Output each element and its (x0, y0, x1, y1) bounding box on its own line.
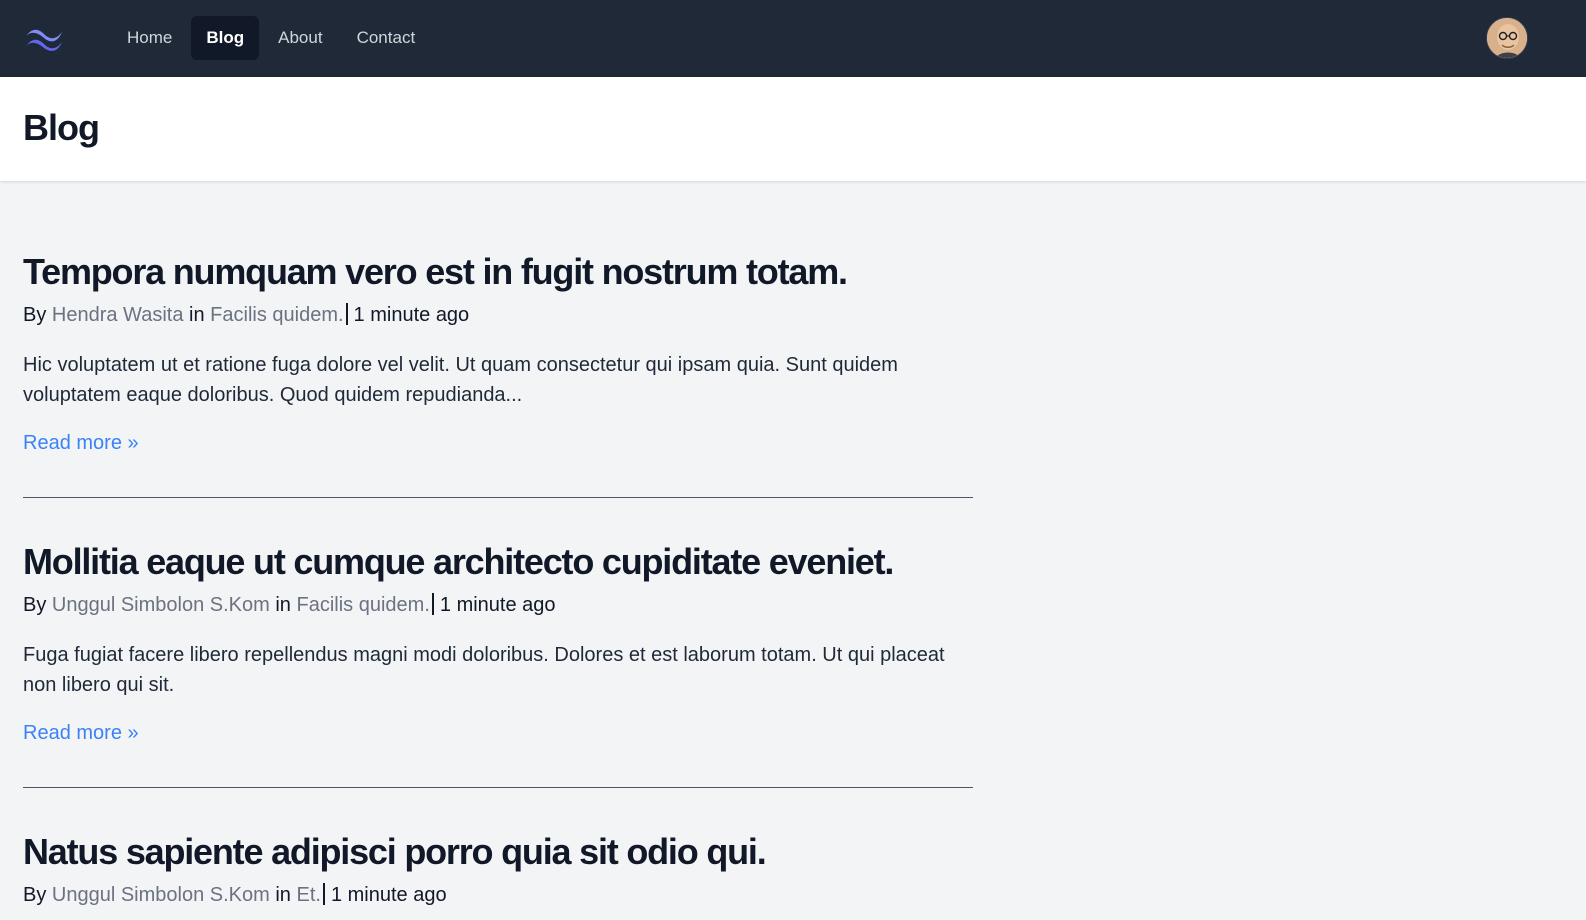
in-label: in (275, 594, 291, 616)
meta-divider (345, 303, 348, 325)
post-item: Mollitia eaque ut cumque architecto cupi… (23, 538, 973, 788)
author-link[interactable]: Unggul Simbolon S.Kom (52, 594, 270, 616)
post-title[interactable]: Tempora numquam vero est in fugit nostru… (23, 248, 973, 296)
page-title: Blog (23, 107, 100, 148)
nav-links: Home Blog About Contact (112, 16, 434, 60)
top-navbar: Home Blog About Contact (0, 0, 1586, 77)
post-time: 1 minute ago (353, 304, 470, 326)
author-link[interactable]: Unggul Simbolon S.Kom (52, 884, 270, 906)
author-link[interactable]: Hendra Wasita (52, 304, 184, 326)
page-header: Blog (0, 77, 1586, 181)
read-more-link[interactable]: Read more » (23, 720, 139, 746)
post-item: Tempora numquam vero est in fugit nostru… (23, 248, 973, 498)
post-excerpt: Fuga fugiat facere libero repellendus ma… (23, 644, 945, 696)
nav-blog-link[interactable]: Blog (191, 16, 260, 60)
post-meta: By Unggul Simbolon S.Kom in Facilis quid… (23, 592, 973, 618)
post-divider (23, 787, 973, 788)
post-divider (23, 497, 973, 498)
post-title[interactable]: Natus sapiente adipisci porro quia sit o… (23, 828, 973, 876)
post-time: 1 minute ago (330, 884, 447, 906)
read-more-link[interactable]: Read more » (23, 430, 139, 456)
user-avatar[interactable] (1486, 17, 1528, 59)
post-list: Tempora numquam vero est in fugit nostru… (23, 248, 973, 908)
post-meta: By Unggul Simbolon S.Kom in Et. 1 minute … (23, 882, 973, 908)
nav-contact-link[interactable]: Contact (342, 16, 431, 60)
meta-divider (322, 883, 325, 905)
category-link[interactable]: Facilis quidem. (297, 594, 430, 616)
post-item: Natus sapiente adipisci porro quia sit o… (23, 828, 973, 908)
by-label: By (23, 884, 47, 906)
post-meta: By Hendra Wasita in Facilis quidem. 1 min… (23, 302, 973, 328)
post-excerpt: Hic voluptatem ut et ratione fuga dolore… (23, 354, 898, 406)
nav-home-link[interactable]: Home (112, 16, 187, 60)
tailwind-logo-icon[interactable] (24, 25, 64, 51)
category-link[interactable]: Facilis quidem. (210, 304, 343, 326)
nav-about-link[interactable]: About (263, 16, 337, 60)
in-label: in (275, 884, 291, 906)
in-label: in (189, 304, 205, 326)
post-title[interactable]: Mollitia eaque ut cumque architecto cupi… (23, 538, 973, 586)
by-label: By (23, 304, 47, 326)
by-label: By (23, 594, 47, 616)
meta-divider (431, 593, 434, 615)
category-link[interactable]: Et. (297, 884, 321, 906)
post-time: 1 minute ago (439, 594, 556, 616)
